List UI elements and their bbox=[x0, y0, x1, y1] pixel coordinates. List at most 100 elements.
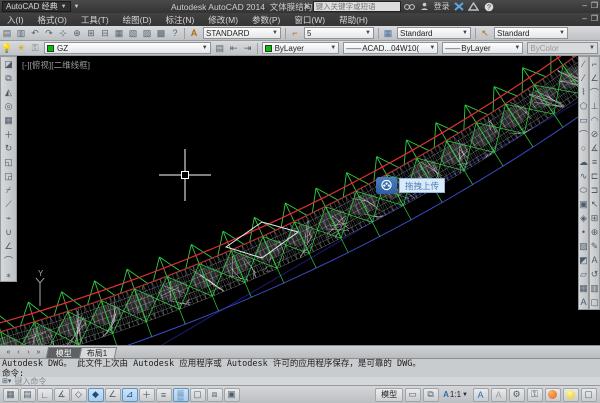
array-button[interactable]: ▦ bbox=[1, 113, 16, 127]
autodesk360-icon[interactable] bbox=[468, 1, 480, 12]
user-icon[interactable] bbox=[419, 1, 431, 12]
rectangle-button[interactable]: ▭ bbox=[579, 113, 588, 127]
menu-item-7[interactable]: 窗口(W) bbox=[287, 14, 332, 26]
copy-button[interactable]: ⧉ bbox=[1, 71, 16, 85]
annotation-visibility-button[interactable]: A bbox=[473, 388, 489, 402]
hatch-button[interactable]: ▨ bbox=[579, 239, 588, 253]
baidu-netdisk-icon[interactable] bbox=[376, 177, 397, 194]
grid-toggle[interactable]: ▤ bbox=[20, 388, 36, 402]
dim-linear-button[interactable]: ⌐ bbox=[590, 57, 599, 71]
table-style-combo[interactable]: Standard▼ bbox=[397, 27, 471, 39]
color-combo[interactable]: ByLayer ▼ bbox=[262, 42, 340, 54]
clean-screen-button[interactable]: ▢ bbox=[581, 388, 597, 402]
doc-minimize-button[interactable]: – bbox=[582, 14, 586, 23]
dim-continue-button[interactable]: ⊐ bbox=[590, 183, 599, 197]
revision-cloud-button[interactable]: ☁ bbox=[579, 155, 588, 169]
signin-button[interactable]: 登录 bbox=[434, 1, 450, 12]
dim-aligned-button[interactable]: ∠ bbox=[590, 71, 599, 85]
snap-toggle[interactable]: ▦ bbox=[3, 388, 19, 402]
menu-item-0[interactable]: 入(I) bbox=[0, 14, 31, 26]
insert-block-button[interactable]: ▣ bbox=[579, 197, 588, 211]
dim-text-edit-button[interactable]: A bbox=[590, 253, 599, 267]
ellipse-button[interactable]: ⬭ bbox=[579, 183, 588, 197]
otrack-toggle[interactable]: ∠ bbox=[105, 388, 121, 402]
line-button[interactable]: ∕ bbox=[579, 57, 588, 71]
sheet-set-button[interactable]: ▩ bbox=[154, 27, 168, 40]
tolerance-button[interactable]: ⊞ bbox=[590, 211, 599, 225]
tab-nav-0[interactable]: « bbox=[4, 349, 13, 356]
quick-view-drawings-button[interactable]: ⧉ bbox=[423, 388, 439, 402]
search-expand-icon[interactable]: ▶ bbox=[305, 3, 310, 10]
search-binoculars-icon[interactable] bbox=[404, 1, 416, 12]
mleader-style-combo[interactable]: Standard▼ bbox=[494, 27, 568, 39]
pan-button[interactable]: ⊹ bbox=[56, 27, 70, 40]
mtext-button[interactable]: A bbox=[579, 295, 588, 309]
dim-style-combo[interactable]: 5▼ bbox=[304, 27, 374, 39]
fillet-button[interactable]: ⌒ bbox=[1, 253, 16, 267]
tab-模型[interactable]: 模型 bbox=[46, 347, 82, 358]
quick-access-overflow-icon[interactable]: ▼ bbox=[74, 4, 80, 10]
command-options-icon[interactable]: ⊞▾ bbox=[2, 377, 11, 385]
text-style-combo[interactable]: STANDARD▼ bbox=[203, 27, 281, 39]
redo-button[interactable]: ↷ bbox=[42, 27, 56, 40]
help-search-input[interactable] bbox=[313, 1, 401, 12]
selection-cycling-toggle[interactable]: ⧈ bbox=[207, 388, 223, 402]
help-button[interactable]: ? bbox=[168, 27, 182, 40]
restore-button[interactable]: ❐ bbox=[591, 1, 598, 10]
dim-style-button[interactable]: ▥ bbox=[590, 281, 599, 295]
zoom-realtime-button[interactable]: ⊕ bbox=[70, 27, 84, 40]
layer-freeze-sun-button[interactable]: ☀ bbox=[14, 42, 28, 55]
viewport-controls[interactable]: [-][俯视][二维线框] bbox=[22, 59, 90, 71]
point-button[interactable]: • bbox=[579, 225, 588, 239]
polyline-button[interactable]: ⌇ bbox=[579, 85, 588, 99]
quick-view-layouts-button[interactable]: ▭ bbox=[405, 388, 421, 402]
scale-button[interactable]: ◱ bbox=[1, 155, 16, 169]
construction-line-button[interactable]: ⁄ bbox=[579, 71, 588, 85]
dim-arc-button[interactable]: ⌒ bbox=[590, 85, 599, 99]
menu-item-1[interactable]: 格式(O) bbox=[31, 14, 74, 26]
am-toggle[interactable]: ▣ bbox=[224, 388, 240, 402]
rotate-button[interactable]: ↻ bbox=[1, 141, 16, 155]
table-button[interactable]: ▦ bbox=[579, 281, 588, 295]
menu-item-6[interactable]: 参数(P) bbox=[245, 14, 287, 26]
ortho-toggle[interactable]: ∟ bbox=[37, 388, 53, 402]
layer-combo[interactable]: GZ ▼ bbox=[44, 42, 211, 54]
performance-button[interactable] bbox=[545, 388, 561, 402]
spline-button[interactable]: ∿ bbox=[579, 169, 588, 183]
transparency-toggle[interactable]: ▒ bbox=[173, 388, 189, 402]
exchange-apps-icon[interactable] bbox=[453, 1, 465, 12]
layer-lock-button[interactable]: ⚿ bbox=[28, 42, 42, 55]
drawing-canvas[interactable]: [-][俯视][二维线框] Y 拖拽上传 bbox=[0, 56, 600, 345]
offset-button[interactable]: ◎ bbox=[1, 99, 16, 113]
circle-button[interactable]: ○ bbox=[579, 141, 588, 155]
move-button[interactable]: ＋ bbox=[1, 127, 16, 141]
workspace-switcher[interactable]: AutoCAD 经典 ▼ bbox=[2, 1, 71, 12]
layer-previous-button[interactable]: ⇤ bbox=[227, 42, 241, 55]
dim-angular-button[interactable]: ∡ bbox=[590, 141, 599, 155]
model-space-button[interactable]: 模型 bbox=[375, 388, 403, 402]
tab-布局1[interactable]: 布局1 bbox=[77, 347, 118, 358]
save-button[interactable]: ▤ bbox=[0, 27, 14, 40]
polygon-button[interactable]: ⬠ bbox=[579, 99, 588, 113]
minimize-button[interactable]: – bbox=[582, 1, 586, 10]
zoom-previous-button[interactable]: ⊟ bbox=[98, 27, 112, 40]
dyn-toggle[interactable]: ＋ bbox=[139, 388, 155, 402]
undo-button[interactable]: ↶ bbox=[28, 27, 42, 40]
designcenter-button[interactable]: ▧ bbox=[126, 27, 140, 40]
ducs-toggle[interactable]: ⊿ bbox=[122, 388, 138, 402]
gradient-button[interactable]: ◩ bbox=[579, 253, 588, 267]
plot-button[interactable]: ▥ bbox=[14, 27, 28, 40]
dim-baseline-button[interactable]: ⊏ bbox=[590, 169, 599, 183]
explode-button[interactable]: ⁎ bbox=[1, 267, 16, 281]
menu-item-3[interactable]: 绘图(D) bbox=[116, 14, 159, 26]
tab-nav-2[interactable]: › bbox=[24, 349, 33, 356]
tab-nav-3[interactable]: » bbox=[34, 349, 43, 356]
lineweight-toggle[interactable]: ≡ bbox=[156, 388, 172, 402]
annotation-scale-button[interactable]: A 1:1 ▼ bbox=[443, 390, 468, 399]
layer-states-button[interactable]: ⇥ bbox=[241, 42, 255, 55]
break-at-point-button[interactable]: ⌁ bbox=[1, 211, 16, 225]
make-block-button[interactable]: ◈ bbox=[579, 211, 588, 225]
linetype-combo[interactable]: —— ACAD...04W10( ▼ bbox=[343, 42, 438, 54]
zoom-window-button[interactable]: ⊞ bbox=[84, 27, 98, 40]
tab-nav-1[interactable]: ‹ bbox=[14, 349, 23, 356]
